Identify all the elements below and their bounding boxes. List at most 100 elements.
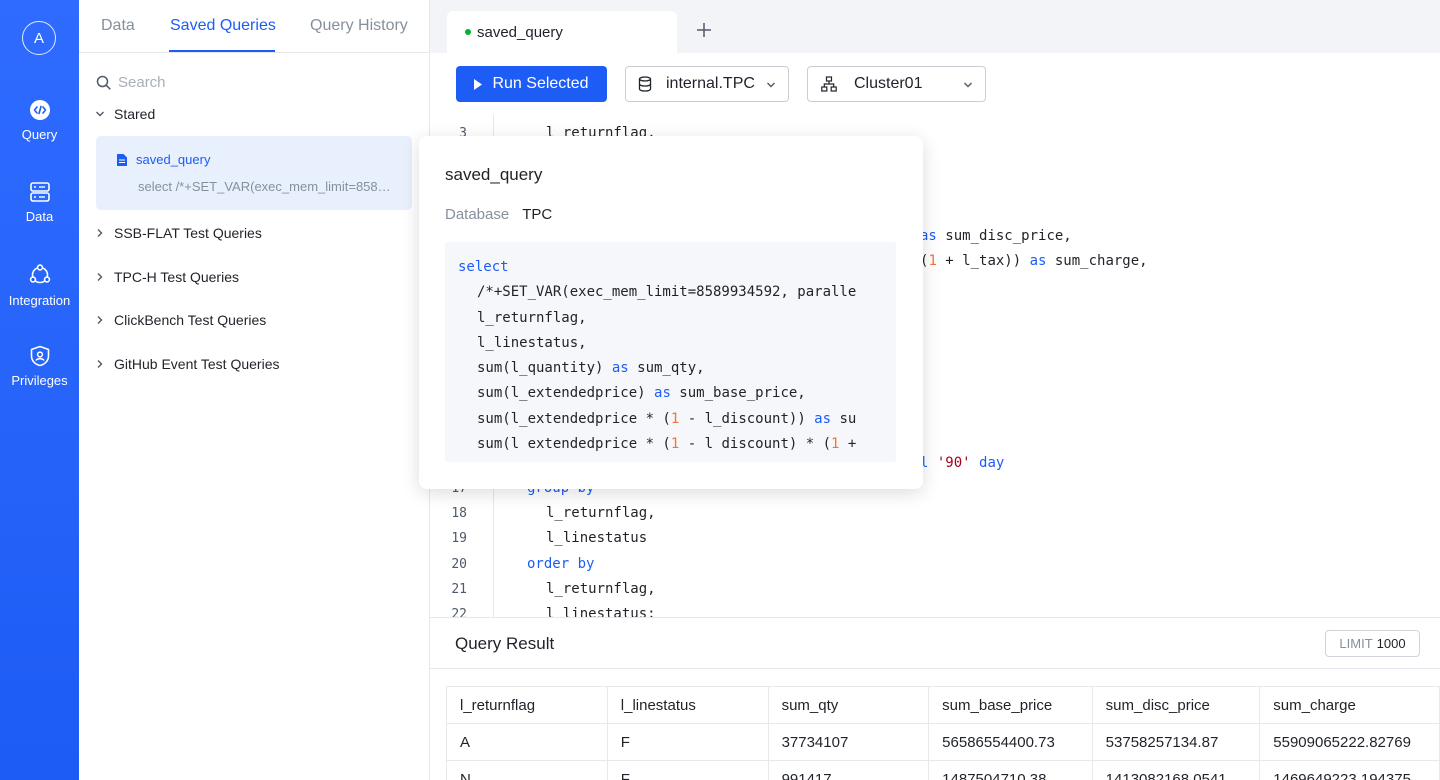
table-cell: A [446,723,608,761]
code-keyword: as [611,360,629,377]
column-header[interactable]: sum_charge [1259,686,1440,724]
code-line: select [458,259,509,275]
code-line: (1 + l_tax)) as sum_charge, [920,253,1148,269]
line-number: 21 [451,582,467,597]
column-header[interactable]: sum_base_price [928,686,1093,724]
popover-database: Database TPC [445,206,552,223]
tab-data[interactable]: Data [101,17,135,35]
popover-database-value: TPC [522,206,553,223]
query-tab[interactable]: saved_query [447,11,677,53]
chevron-down-icon [96,111,104,117]
code-token: - l_discount)) [679,410,815,427]
limit-label: LIMIT [1339,636,1373,651]
table-cell: 1469649223.194375 [1259,760,1440,780]
group-stared[interactable]: Stared [95,106,155,122]
table-cell: N [446,760,608,780]
limit-control[interactable]: LIMIT 1000 [1325,630,1420,657]
table-cell: 37734107 [767,723,930,761]
avatar[interactable]: A [22,21,56,55]
cluster-select-value: Cluster01 [854,75,923,92]
code-line: l_linestatus [546,530,648,546]
table-row[interactable]: N F 991417 1487504710.38 1413082168.0541… [446,760,1440,780]
column-header[interactable]: l_linestatus [606,686,769,724]
limit-value: 1000 [1376,636,1406,651]
code-line: sum(l_quantity) as sum_qty, [458,360,886,385]
query-tab-label: saved_query [477,23,563,41]
code-token: sum_qty, [628,360,705,377]
line-number: 22 [451,607,467,617]
search-input[interactable] [118,73,378,91]
code-token: sum(l_quantity) [477,360,612,377]
table-cell: 53758257134.87 [1091,723,1261,761]
chevron-right-icon [97,273,103,281]
add-tab-icon[interactable] [693,19,715,41]
saved-query-name: saved_query [136,152,211,167]
code-keyword: day [979,455,1005,471]
popover-title: saved_query [445,165,543,184]
database-select[interactable]: internal.TPC [625,66,789,102]
shield-icon [30,345,49,367]
code-line: sum(l_extendedprice) as sum_base_price, [458,385,886,410]
group-clickbench[interactable]: ClickBench Test Queries [95,312,266,328]
group-label: SSB-FLAT Test Queries [114,225,262,241]
code-token: + l_tax)) [936,253,1030,269]
cluster-select[interactable]: Cluster01 [807,66,986,102]
code-line: sum(l extendedprice * (1 - l discount) *… [458,436,886,459]
column-header[interactable]: sum_qty [767,686,930,724]
code-line: l_linestatus; [546,606,656,617]
result-title: Query Result [455,634,555,653]
code-line: l_returnflag, [546,581,656,597]
table-cell: 56586554400.73 [928,723,1093,761]
tab-query-history[interactable]: Query History [310,17,408,35]
play-icon [474,78,483,90]
line-number: 18 [451,506,467,521]
code-token: sum(l extendedprice * ( [477,436,671,453]
active-tab-indicator [169,50,275,52]
nav-data[interactable]: Data [0,181,79,224]
column-header[interactable]: sum_disc_price [1091,686,1261,724]
saved-query-item[interactable]: saved_query select /*+SET_VAR(exec_mem_l… [96,136,412,210]
code-token: - l discount) * ( [679,436,832,453]
file-icon [117,153,127,166]
group-ssb-flat[interactable]: SSB-FLAT Test Queries [95,225,262,241]
line-number: 19 [451,531,467,546]
table-cell: 991417 [767,760,930,780]
saved-query-popover: saved_query Database TPC select /*+SET_V… [419,136,923,489]
tab-saved-queries[interactable]: Saved Queries [170,17,276,35]
editor-toolbar: Run Selected internal.TPC Cluster01 [430,53,1440,115]
code-line: as sum_disc_price, [920,228,1072,244]
nav-integration[interactable]: Integration [0,263,79,308]
nav-data-label: Data [25,209,54,224]
run-selected-button[interactable]: Run Selected [456,66,607,102]
database-select-value: internal.TPC [666,75,755,92]
nav-privileges[interactable]: Privileges [0,345,79,388]
run-selected-label: Run Selected [492,75,589,92]
chevron-down-icon [964,82,972,88]
group-label: ClickBench Test Queries [114,312,267,328]
column-header[interactable]: l_returnflag [446,686,608,724]
group-tpc-h[interactable]: TPC-H Test Queries [95,269,239,285]
group-github-event[interactable]: GitHub Event Test Queries [95,356,279,372]
table-cell: 55909065222.82769 [1259,723,1440,761]
avatar-initial: A [33,29,44,47]
table-cell: F [606,760,769,780]
code-token: su [831,410,857,427]
line-number: 20 [451,557,467,572]
group-label: TPC-H Test Queries [114,269,239,285]
result-table: l_returnflag l_linestatus sum_qty sum_ba… [446,686,1440,780]
code-token: sum(l_extendedprice * ( [477,410,671,427]
code-line: /*+SET_VAR(exec_mem_limit=8589934592, pa… [477,284,857,301]
left-nav-rail: A Query Data Integration Privileges [0,0,79,780]
nav-query[interactable]: Query [0,99,79,142]
nav-privileges-label: Privileges [11,373,68,388]
chevron-right-icon [97,316,103,324]
table-header-row: l_returnflag l_linestatus sum_qty sum_ba… [446,686,1440,724]
code-keyword: as [654,385,671,402]
table-cell: F [606,723,769,761]
code-string: '90' [936,455,971,471]
saved-query-preview: select /*+SET_VAR(exec_mem_limit=8589934… [138,179,394,194]
table-row[interactable]: A F 37734107 56586554400.73 53758257134.… [446,723,1440,761]
code-token: sum_disc_price, [945,228,1072,244]
popover-database-label: Database [445,206,510,223]
table-cell: 1413082168.0541 [1091,760,1261,780]
